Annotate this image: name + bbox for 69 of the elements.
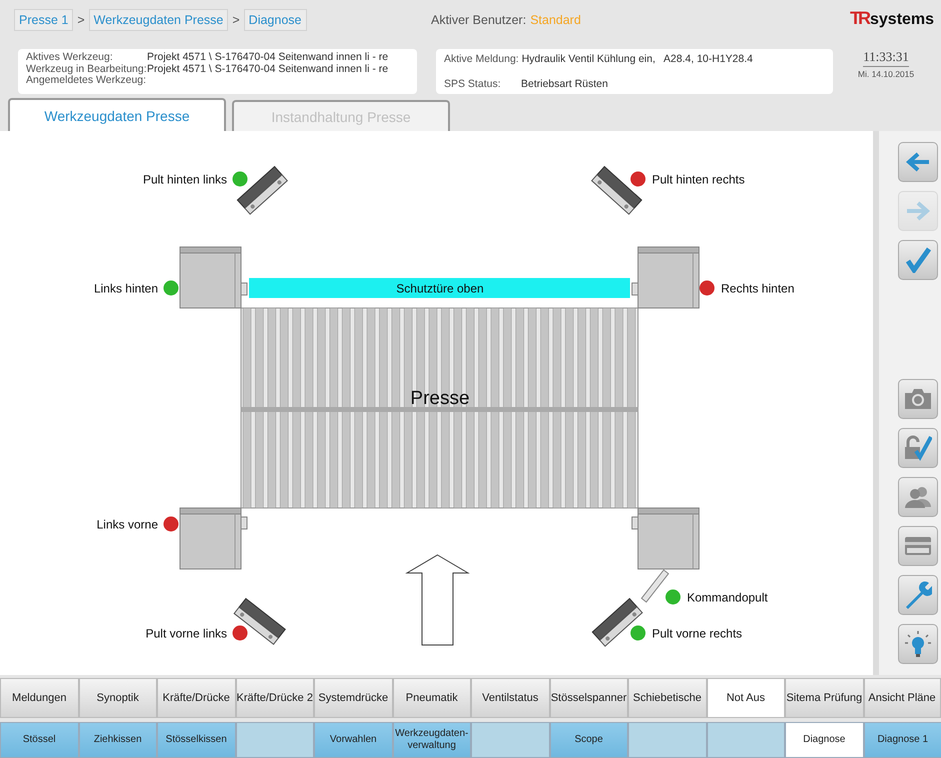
clock-date: Mi. 14.10.2015 [856,69,916,79]
nav-tab[interactable]: Schiebetische [628,678,706,718]
nav-tab[interactable]: Stössel [0,722,78,758]
user-name: Standard [530,13,581,27]
info-value: Hydraulik Ventil Kühlung ein, A28.4, 10-H1Y28.4 [522,54,753,66]
sensor-label: Pult vorne links [146,626,227,640]
sensor-label: Links hinten [94,282,158,296]
nav-tab[interactable]: Not Aus [706,678,785,718]
nav-tab[interactable]: Pneumatik [392,678,471,718]
nav-tab[interactable]: Diagnose [785,722,864,758]
nav-tab[interactable]: Meldungen [0,678,78,718]
switch-icon [591,166,642,215]
camera-button[interactable] [898,379,938,419]
back-button[interactable] [898,142,938,182]
nav-tab[interactable]: Stösselkissen [157,722,236,758]
forward-arrow-icon [905,200,931,222]
confirm-button[interactable] [898,240,938,280]
info-label: Angemeldetes Werkzeug: [26,75,147,86]
nav-tab[interactable]: Werkzeugdaten-verwaltung [392,722,471,758]
nav-tab[interactable]: Sitema Prüfung [785,678,864,718]
sensor-label: Pult hinten links [142,172,227,186]
camera-icon [904,388,932,410]
up-arrow-icon [405,554,470,646]
logo: TRsystems [850,8,934,29]
nav-tab[interactable]: Ansicht Pläne [864,678,940,718]
sensor-label: Pult hinten rechts [652,172,745,186]
info-label: SPS Status: [444,78,502,90]
tab[interactable]: Werkzeugdaten Presse [8,98,226,131]
nav-tab[interactable]: Ziehkissen [78,722,157,758]
back-arrow-icon [905,151,931,173]
checkmark-icon [905,247,931,273]
breadcrumb-separator: > [232,13,240,27]
breadcrumb-separator: > [77,13,85,27]
sensor-label: Rechts hinten [721,282,794,296]
switch-icon [236,166,288,215]
lightbulb-icon [904,630,932,658]
sensor-label: Pult vorne rechts [652,626,742,640]
nav-tab[interactable]: Kräfte/Drücke 2 [236,678,314,718]
sensor-label: Links vorne [96,518,158,532]
nav-tab[interactable]: Kräfte/Drücke [157,678,236,718]
bulb-button[interactable] [898,624,938,664]
card-button[interactable] [898,526,938,566]
wrench-button[interactable] [898,575,938,615]
nav-tab[interactable]: Ventilstatus [471,678,550,718]
info-label: Aktive Meldung: [444,54,519,66]
nav-tab[interactable]: Systemdrücke [314,678,392,718]
wrench-icon [904,581,932,609]
nav-tab[interactable]: Diagnose 1 [864,722,941,758]
info-value: Projekt 4571 \ S-176470-04 Seitenwand innen li - re [147,52,388,64]
door-label: Schutztüre oben [396,282,484,296]
users-button[interactable] [898,477,938,517]
press-label: Presse [410,388,470,409]
card-icon [904,536,932,556]
switch-icon [592,598,643,647]
nav-tab[interactable]: Scope [550,722,628,758]
info-value: Projekt 4571 \ S-176470-04 Seitenwand innen li - re [147,64,388,75]
info-value: Betriebsart Rüsten [521,78,608,90]
nav-tab[interactable]: Synoptik [78,678,157,718]
switch-icon [233,598,286,645]
user-label: Aktiver Benutzer: [431,13,526,27]
info-label: Werkzeug in Bearbeitung: [26,64,147,74]
sensor-label: Kommandopult [687,590,768,604]
unlock-icon [904,435,932,461]
nav-tab[interactable]: Stösselspanner [550,678,628,718]
info-label: Aktives Werkzeug: [26,52,114,64]
clock-time: 11:33:31 [863,49,909,67]
users-icon [904,485,932,509]
nav-tab[interactable]: Vorwahlen [314,722,392,758]
unlock-button[interactable] [898,428,938,468]
